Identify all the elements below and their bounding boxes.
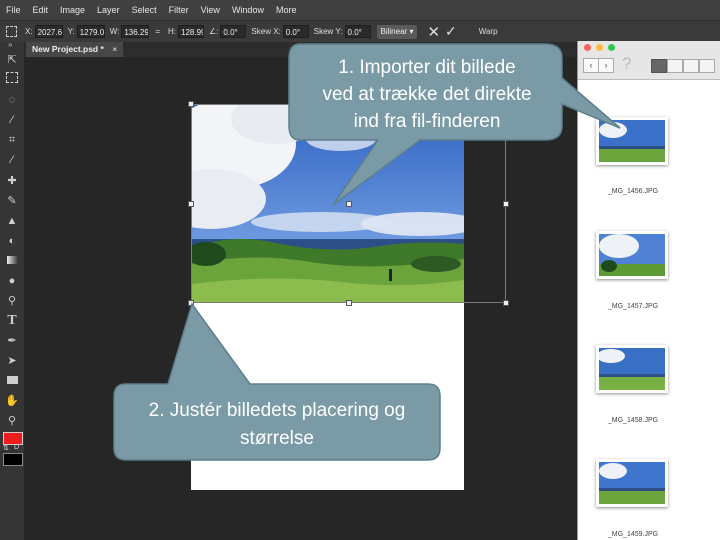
transform-options-bar: X: 2027.6 Y: 1279.0 W: 136.29 = H: 128.9… — [0, 20, 720, 43]
column-view-button[interactable] — [683, 59, 699, 73]
clone-stamp-tool-icon[interactable]: ▲ — [4, 213, 20, 229]
x-label: X: — [25, 27, 33, 36]
marquee-tool-icon[interactable] — [4, 72, 20, 88]
swap-colors-icon[interactable]: ⇅ — [3, 444, 9, 452]
thumbnail-image — [597, 348, 665, 390]
pen-tool-icon[interactable]: ✒ — [4, 333, 20, 349]
path-select-tool-icon[interactable]: ➤ — [4, 353, 20, 369]
transform-handle[interactable] — [503, 201, 509, 207]
w-label: W: — [109, 27, 120, 36]
file-thumbnail[interactable] — [596, 231, 668, 279]
menu-edit[interactable]: Edit — [27, 0, 55, 20]
crop-tool-icon[interactable]: ⌗ — [4, 132, 20, 148]
menu-bar: File Edit Image Layer Select Filter View… — [0, 0, 720, 20]
menu-file[interactable]: File — [0, 0, 27, 20]
lasso-tool-icon[interactable]: ◌ — [4, 92, 20, 108]
menu-select[interactable]: Select — [126, 0, 163, 20]
finder-window: ‹ › ? _MG_1456.JPG _MG_1457.JPG _MG_1458… — [577, 41, 720, 540]
skew-y-label: Skew Y: — [313, 27, 343, 36]
file-name: _MG_1457.JPG — [607, 303, 659, 310]
width-field[interactable]: 136.29 — [121, 25, 150, 38]
document-tab-bar: New Project.psd * × — [24, 42, 576, 57]
tools-panel: » ⇱ ◌ ⁄ ⌗ ⁄ ✚ ✎ ▲ ◐ ● ⚲ T ✒ ➤ ✋ ⚲ ⇅ D — [0, 40, 25, 540]
default-colors-icon[interactable]: D — [14, 444, 19, 451]
warp-button[interactable]: Warp — [479, 27, 498, 36]
file-name: _MG_1458.JPG — [607, 417, 659, 424]
hand-tool-icon[interactable]: ✋ — [4, 393, 20, 409]
transform-handle[interactable] — [346, 101, 352, 107]
transform-handle[interactable] — [346, 201, 352, 207]
skew-x-label: Skew X: — [251, 27, 281, 36]
background-color-swatch[interactable] — [3, 453, 23, 466]
thumbnail-image — [599, 234, 665, 276]
type-tool-icon[interactable]: T — [4, 313, 20, 329]
transform-handle[interactable] — [188, 101, 194, 107]
transform-handle[interactable] — [503, 101, 509, 107]
help-icon: ? — [622, 54, 632, 73]
healing-tool-icon[interactable]: ✚ — [4, 173, 20, 189]
file-thumbnail[interactable] — [596, 117, 668, 165]
brush-tool-icon[interactable]: ✎ — [4, 193, 20, 209]
angle-label: ∠: — [209, 27, 219, 36]
transform-handle[interactable] — [188, 201, 194, 207]
height-field[interactable]: 128.99 — [178, 25, 204, 38]
link-icon[interactable]: = — [155, 27, 160, 36]
list-view-button[interactable] — [667, 59, 683, 73]
move-tool-icon[interactable]: ⇱ — [4, 52, 20, 68]
document-tab[interactable]: New Project.psd * × — [26, 42, 124, 57]
thumbnail-image — [599, 120, 665, 162]
cancel-transform-icon[interactable]: ✕ — [427, 23, 440, 41]
eyedropper-tool-icon[interactable]: ⁄ — [4, 152, 20, 168]
skew-x-field[interactable]: 0.0° — [282, 25, 309, 38]
magic-wand-tool-icon[interactable]: ⁄ — [4, 112, 20, 128]
file-thumbnail[interactable] — [596, 345, 668, 393]
minimize-window-icon[interactable] — [596, 44, 603, 51]
close-tab-icon[interactable]: × — [112, 44, 117, 54]
thumbnail-image — [599, 462, 665, 504]
transform-handle[interactable] — [188, 300, 194, 306]
x-field[interactable]: 2027.6 — [34, 25, 63, 38]
menu-image[interactable]: Image — [54, 0, 91, 20]
zoom-window-icon[interactable] — [608, 44, 615, 51]
document-tab-title: New Project.psd * — [32, 44, 104, 54]
menu-filter[interactable]: Filter — [163, 0, 195, 20]
transform-handle[interactable] — [346, 300, 352, 306]
finder-toolbar: ‹ › ? — [578, 41, 720, 80]
back-button[interactable]: ‹ — [583, 58, 599, 73]
gallery-view-button[interactable] — [699, 59, 715, 73]
confirm-transform-icon[interactable]: ✓ — [445, 23, 457, 40]
menu-layer[interactable]: Layer — [91, 0, 126, 20]
icon-view-button[interactable] — [651, 59, 667, 73]
menu-view[interactable]: View — [195, 0, 226, 20]
interpolation-value: Bilinear — [380, 26, 408, 36]
close-window-icon[interactable] — [584, 44, 591, 51]
blur-tool-icon[interactable]: ● — [4, 273, 20, 289]
shape-tool-icon[interactable] — [4, 373, 20, 389]
eraser-tool-icon[interactable]: ◐ — [4, 233, 20, 249]
zoom-tool-icon[interactable]: ⚲ — [4, 413, 20, 429]
y-field[interactable]: 1279.0 — [76, 25, 105, 38]
h-label: H: — [168, 27, 176, 36]
forward-button[interactable]: › — [598, 58, 614, 73]
collapse-panel-icon[interactable]: » — [8, 40, 12, 49]
chevron-down-icon: ▾ — [409, 26, 414, 36]
dodge-tool-icon[interactable]: ⚲ — [4, 293, 20, 309]
transform-handle[interactable] — [503, 300, 509, 306]
angle-field[interactable]: 0.0° — [220, 25, 247, 38]
y-label: Y: — [67, 27, 75, 36]
gradient-tool-icon[interactable] — [4, 253, 20, 269]
file-thumbnail[interactable] — [596, 459, 668, 507]
menu-window[interactable]: Window — [226, 0, 270, 20]
menu-more[interactable]: More — [270, 0, 303, 20]
file-name: _MG_1456.JPG — [607, 188, 659, 195]
skew-y-field[interactable]: 0.0° — [344, 25, 371, 38]
file-name: _MG_1459.JPG — [607, 531, 659, 538]
interpolation-select[interactable]: Bilinear ▾ — [376, 24, 418, 39]
transform-icon — [6, 26, 17, 37]
